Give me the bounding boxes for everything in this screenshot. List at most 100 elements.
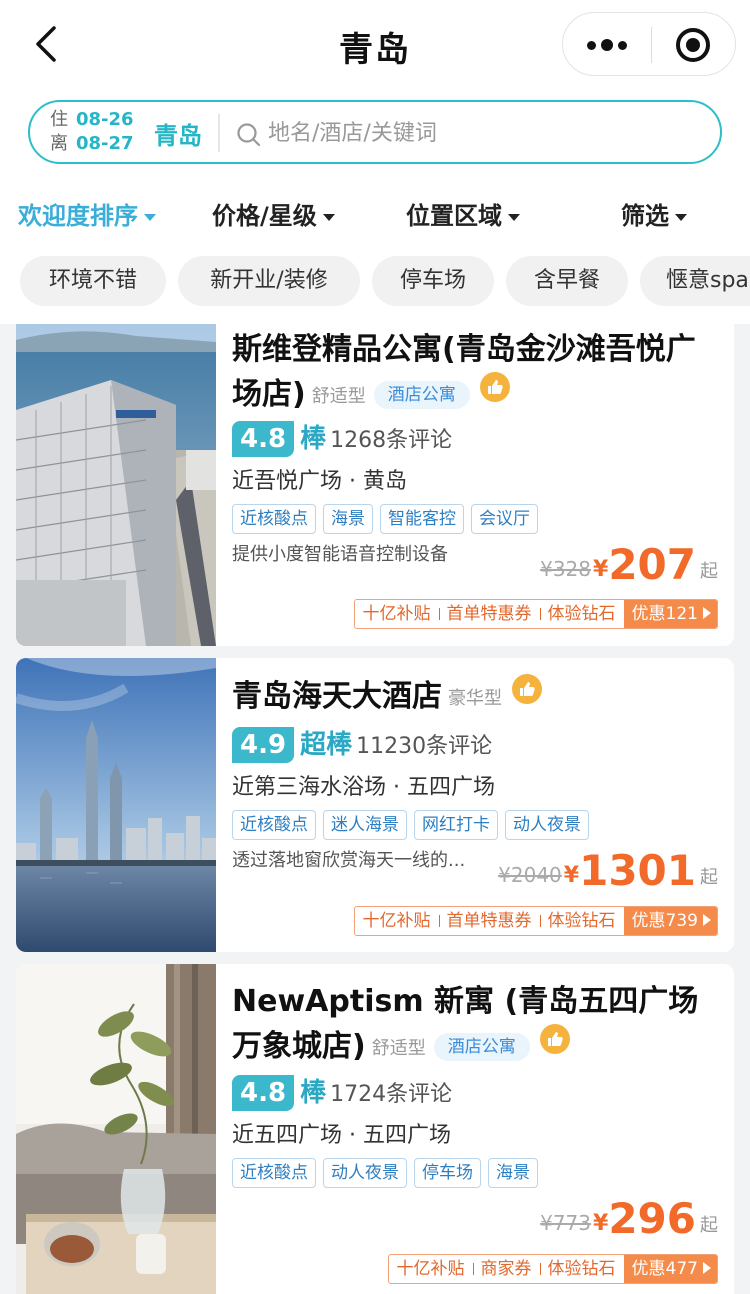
sort-location[interactable]: 位置区域 <box>406 196 520 231</box>
hotel-card[interactable]: 青岛海天大酒店 豪华型 4.9 超棒 11230条评论 近第三海水浴场 · 五四广场 … <box>16 658 734 952</box>
play-arrow-icon <box>703 914 711 926</box>
chip-spa[interactable]: 惬意spa <box>640 256 750 306</box>
chip-new-opening[interactable]: 新开业/装修 <box>178 256 360 306</box>
promo-item: 十亿补贴 <box>396 1259 465 1279</box>
discount-button[interactable]: 优惠739 <box>623 907 717 935</box>
thumbs-up-icon <box>539 1024 570 1054</box>
sort-popularity[interactable]: 欢迎度排序 <box>18 196 156 231</box>
feature-tag: 近核酸点 <box>232 1158 316 1188</box>
city-selector[interactable]: 青岛 <box>154 116 202 151</box>
sort-bar: 欢迎度排序 价格/星级 位置区域 筛选 <box>0 190 750 236</box>
sort-price-star[interactable]: 价格/星级 <box>212 196 335 231</box>
current-price: 207 <box>608 540 696 589</box>
hotel-photo <box>16 964 216 1294</box>
feature-tag: 迷人海景 <box>323 810 407 840</box>
checkin-date: 08-26 <box>76 109 134 130</box>
currency-symbol: ¥ <box>593 557 609 582</box>
search-input[interactable] <box>268 114 688 152</box>
promo-item: 体验钻石 <box>539 600 624 628</box>
hotel-location: 近五四广场 · 五四广场 <box>232 1123 451 1148</box>
sort-label: 价格/星级 <box>212 202 317 230</box>
caret-down-icon <box>675 213 687 221</box>
type-badge: 酒店公寓 <box>433 1033 530 1061</box>
feature-tag: 智能客控 <box>380 504 464 534</box>
hotel-title-block: NewAptism 新寓 (青岛五四广场万象城店) 舒适型 酒店公寓 <box>232 980 722 1069</box>
score-level: 超棒 <box>300 730 353 760</box>
score-badge: 4.8 <box>232 421 295 457</box>
currency-symbol: ¥ <box>593 1211 609 1236</box>
promo-item: 十亿补贴 <box>362 911 431 931</box>
review-count[interactable]: 11230条评论 <box>356 734 492 759</box>
quick-filter-chips: 环境不错 新开业/装修 停车场 含早餐 惬意spa <box>0 256 750 308</box>
feature-tag: 动人夜景 <box>323 1158 407 1188</box>
target-circle-icon[interactable] <box>676 28 710 62</box>
tag-list: 近核酸点 海景 智能客控 会议厅 <box>232 504 545 534</box>
search-bar[interactable]: 住 08-26 离 08-27 青岛 <box>28 100 722 164</box>
discount-label: 优惠121 <box>631 604 698 624</box>
hotel-card[interactable]: NewAptism 新寓 (青岛五四广场万象城店) 舒适型 酒店公寓 4.8 棒 172… <box>16 964 734 1294</box>
tag-list: 近核酸点 动人夜景 停车场 海景 <box>232 1158 545 1188</box>
hotel-grade: 豪华型 <box>448 688 502 709</box>
discount-button[interactable]: 优惠121 <box>623 600 717 628</box>
promo-item: 体验钻石 <box>539 1255 624 1283</box>
rating-row: 4.9 超棒 11230条评论 <box>232 724 492 763</box>
currency-symbol: ¥ <box>563 863 580 888</box>
price-row: ¥773¥296 起 <box>540 1194 718 1243</box>
review-count[interactable]: 1268条评论 <box>330 428 452 453</box>
promo-item: 首单特惠券 <box>438 907 540 935</box>
promo-item: 十亿补贴 <box>362 604 431 624</box>
hotel-card[interactable]: 斯维登精品公寓(青岛金沙滩吾悦广场店) 舒适型 酒店公寓 4.8 棒 1268条评论 近… <box>16 300 734 646</box>
score-level: 棒 <box>300 424 327 454</box>
current-price: 1301 <box>579 846 696 895</box>
sort-filter[interactable]: 筛选 <box>621 196 687 231</box>
tag-list: 近核酸点 迷人海景 网红打卡 动人夜景 <box>232 810 596 840</box>
feature-tag: 近核酸点 <box>232 810 316 840</box>
price-row: ¥328¥207 起 <box>540 540 718 589</box>
hotel-title-block: 青岛海天大酒店 豪华型 <box>232 674 722 719</box>
feature-tag: 停车场 <box>414 1158 481 1188</box>
feature-tag: 网红打卡 <box>414 810 498 840</box>
chip-parking[interactable]: 停车场 <box>372 256 494 306</box>
original-price: ¥328 <box>540 557 592 581</box>
capsule-divider <box>651 27 652 63</box>
checkout-label: 离 <box>50 133 68 154</box>
score-badge: 4.9 <box>232 727 295 763</box>
hotel-description: 透过落地窗欣赏海天一线的... <box>232 850 466 871</box>
nav-bar: 青岛 <box>0 0 750 90</box>
type-badge: 酒店公寓 <box>373 381 470 409</box>
review-count[interactable]: 1724条评论 <box>330 1082 452 1107</box>
hotel-grade: 舒适型 <box>371 1038 426 1059</box>
hotel-location: 近吾悦广场 · 黄岛 <box>232 469 407 494</box>
chip-environment[interactable]: 环境不错 <box>20 256 166 306</box>
chip-breakfast[interactable]: 含早餐 <box>506 256 628 306</box>
hotel-name[interactable]: 青岛海天大酒店 <box>232 679 442 714</box>
sort-label: 欢迎度排序 <box>18 202 138 230</box>
promo-bar[interactable]: 十亿补贴 商家券 体验钻石 优惠477 <box>387 1254 718 1284</box>
score-level: 棒 <box>300 1078 327 1108</box>
hotel-description: 提供小度智能语音控制设备 <box>232 544 448 565</box>
promo-bar[interactable]: 十亿补贴 首单特惠券 体验钻石 优惠121 <box>353 599 718 629</box>
sort-label: 筛选 <box>621 202 669 230</box>
caret-down-icon <box>144 213 156 221</box>
rating-row: 4.8 棒 1724条评论 <box>232 1072 452 1111</box>
thumbs-up-icon <box>512 674 542 704</box>
discount-button[interactable]: 优惠477 <box>623 1255 717 1283</box>
price-suffix: 起 <box>700 561 718 582</box>
feature-tag: 近核酸点 <box>232 504 316 534</box>
hotel-info: 斯维登精品公寓(青岛金沙滩吾悦广场店) 舒适型 酒店公寓 4.8 棒 1268条评论 近… <box>232 300 720 646</box>
promo-item: 商家券 <box>472 1255 540 1283</box>
header: 青岛 住08-26 离08-27 青岛 欢迎度排序 价格/星级 位置区域 筛选 … <box>0 0 750 324</box>
date-range[interactable]: 住 08-26 离 08-27 <box>50 108 150 156</box>
search-divider <box>218 114 220 152</box>
price-suffix: 起 <box>700 1215 718 1236</box>
promo-bar[interactable]: 十亿补贴 首单特惠券 体验钻石 优惠739 <box>353 906 718 936</box>
checkout-date: 08-27 <box>76 133 134 154</box>
search-icon <box>237 123 261 147</box>
more-dots-icon[interactable] <box>587 31 627 59</box>
price-suffix: 起 <box>700 867 718 888</box>
play-arrow-icon <box>703 1262 711 1274</box>
hotel-photo <box>16 658 216 952</box>
hotel-grade: 舒适型 <box>311 386 366 407</box>
feature-tag: 海景 <box>488 1158 538 1188</box>
hotel-photo <box>16 300 216 646</box>
